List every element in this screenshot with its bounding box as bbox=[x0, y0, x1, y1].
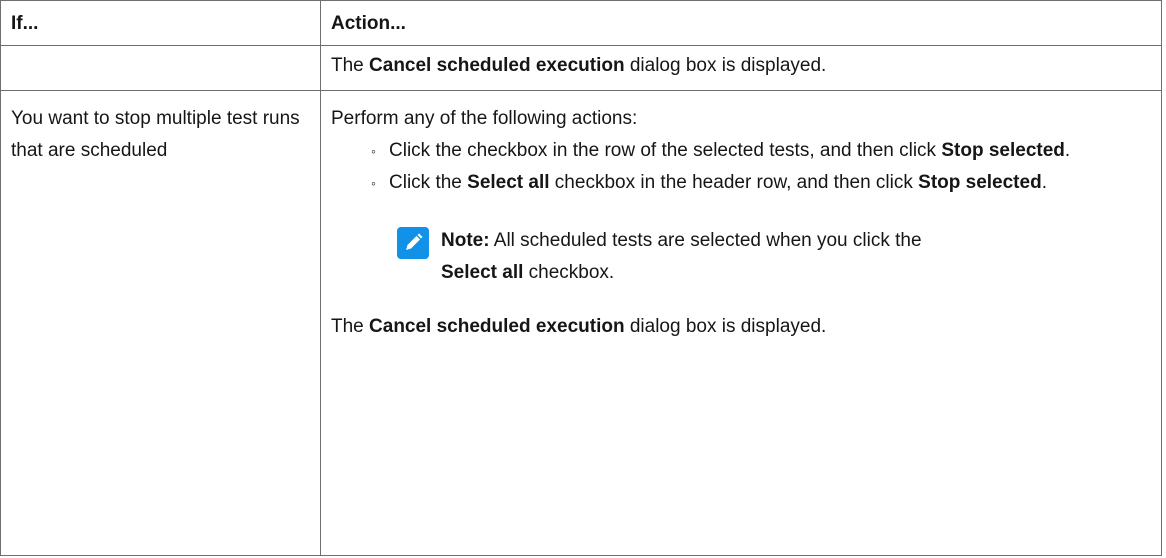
action-cell: The Cancel scheduled execution dialog bo… bbox=[320, 45, 1162, 91]
result-text: The Cancel scheduled execution dialog bo… bbox=[331, 311, 1151, 343]
list-item: ◦ Click the Select all checkbox in the he… bbox=[371, 167, 1151, 199]
table-header-row: If... Action... bbox=[0, 0, 1162, 46]
pencil-note-icon bbox=[397, 227, 429, 259]
dialog-name: Cancel scheduled execution bbox=[369, 55, 625, 76]
header-if: If... bbox=[0, 0, 321, 46]
text: Click the bbox=[389, 172, 468, 193]
ui-label: Stop selected bbox=[918, 172, 1042, 193]
conditions-table: If... Action... The Cancel scheduled exe… bbox=[0, 0, 1162, 556]
text: dialog box is displayed. bbox=[624, 316, 827, 337]
ui-label: Select all bbox=[467, 172, 550, 193]
table-row: You want to stop multiple test runs that… bbox=[0, 90, 1162, 556]
dialog-name: Cancel scheduled execution bbox=[369, 316, 625, 337]
note-text: Note: All scheduled tests are selected w… bbox=[441, 225, 922, 289]
bullet-icon: ◦ bbox=[371, 143, 376, 159]
options-list: ◦ Click the checkbox in the row of the se… bbox=[331, 135, 1151, 199]
condition-cell: You want to stop multiple test runs that… bbox=[0, 90, 321, 556]
text: . bbox=[1041, 172, 1047, 193]
header-action: Action... bbox=[320, 0, 1162, 46]
intro-text: Perform any of the following actions: bbox=[331, 108, 638, 129]
note-block: Note: All scheduled tests are selected w… bbox=[397, 225, 1151, 289]
condition-cell-empty bbox=[0, 45, 321, 91]
text: dialog box is displayed. bbox=[624, 55, 827, 76]
text: All scheduled tests are selected when yo… bbox=[489, 230, 922, 251]
text: . bbox=[1064, 140, 1071, 161]
ui-label: Select all bbox=[441, 262, 524, 283]
note-label: Note: bbox=[441, 230, 490, 251]
action-cell: Perform any of the following actions: ◦ C… bbox=[320, 90, 1162, 556]
list-item: ◦ Click the checkbox in the row of the se… bbox=[371, 135, 1151, 167]
text: The bbox=[331, 316, 370, 337]
text: checkbox in the header row, and then cli… bbox=[549, 172, 919, 193]
table-row: The Cancel scheduled execution dialog bo… bbox=[0, 45, 1162, 91]
text: Click the checkbox in the row of the sel… bbox=[389, 140, 942, 161]
text: checkbox. bbox=[523, 262, 615, 283]
ui-label: Stop selected bbox=[941, 140, 1065, 161]
bullet-icon: ◦ bbox=[371, 175, 376, 191]
text: The bbox=[331, 55, 370, 76]
